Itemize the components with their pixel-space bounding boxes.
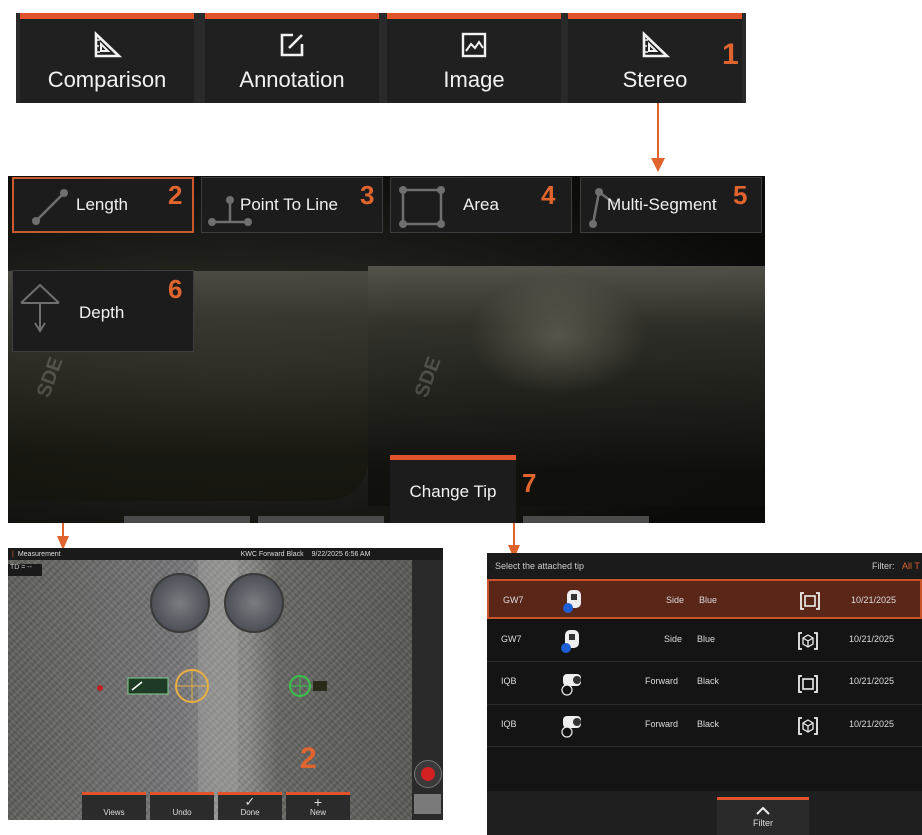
check-icon: ✓ (244, 794, 256, 809)
callout-number: 7 (522, 468, 537, 498)
tip-selector-title: Select the attached tip (495, 561, 585, 571)
tip-date: 10/21/2025 (849, 676, 895, 686)
tip-direction: Forward (645, 719, 679, 729)
chevron-up-icon (756, 807, 770, 815)
live-measurement-view: | Measurement KWC Forward Black 9/22/202… (8, 548, 443, 820)
tip-name: GW7 (503, 595, 524, 605)
views-label: Views (103, 808, 125, 817)
tip-date: 10/21/2025 (851, 595, 897, 605)
measurement-overlay (97, 669, 327, 703)
tip-selector-header: Select the attached tip Filter: All T (487, 553, 922, 579)
forward-tip-icon (561, 716, 581, 738)
multi-segment-label: Multi-Segment (607, 195, 717, 214)
menu-strip (258, 516, 384, 523)
tip-row[interactable]: IQB Forward Black 10/21/2025 (487, 705, 922, 747)
length-button[interactable]: Length (12, 177, 194, 233)
tip-name: IQB (501, 719, 517, 729)
callout-number: 2 (168, 180, 183, 210)
tip-direction: Side (664, 634, 683, 644)
change-tip-label: Change Tip (409, 481, 497, 501)
cube-3d-icon (798, 717, 818, 735)
point-to-line-button[interactable]: Point To Line (201, 177, 383, 233)
tip-direction: Forward (645, 676, 679, 686)
callout-number: 5 (733, 180, 748, 210)
right-control-bar (412, 560, 443, 820)
undo-button[interactable]: Undo (150, 792, 214, 820)
tip-date: 10/21/2025 (849, 634, 895, 644)
filter-value: All T (902, 561, 920, 571)
tip-color: Blue (699, 595, 718, 605)
tip-row[interactable]: GW7 Side Blue 10/21/2025 (487, 620, 922, 662)
forward-tip-icon (561, 674, 581, 696)
filter-button[interactable]: Filter (717, 797, 809, 835)
done-label: Done (240, 808, 260, 817)
tip-direction: Side (666, 595, 685, 605)
callout-number: 4 (541, 180, 556, 210)
tip-row[interactable]: IQB Forward Black 10/21/2025 (487, 662, 922, 705)
cube-3d-icon (798, 632, 818, 650)
callout-number: 6 (168, 274, 183, 304)
menu-strip (124, 516, 250, 523)
change-tip-button[interactable]: Change Tip (390, 455, 516, 523)
filter-label: Filter: (872, 561, 895, 571)
filter-button-label: Filter (753, 818, 773, 828)
tip-name: GW7 (501, 634, 522, 644)
bracket-square-icon (798, 675, 818, 693)
tip-color: Black (697, 719, 720, 729)
area-square-icon (399, 186, 445, 228)
new-label: New (309, 808, 326, 817)
side-tip-icon (561, 630, 579, 653)
callout-number: 2 (300, 742, 317, 775)
plus-icon: + (313, 794, 323, 810)
tip-name: IQB (501, 676, 517, 686)
views-button[interactable]: Views (82, 792, 146, 820)
tip-color: Black (697, 676, 720, 686)
depth-icon (20, 283, 60, 333)
area-label: Area (463, 195, 499, 214)
callout-number: 3 (360, 180, 375, 210)
bracket-square-icon (800, 592, 820, 610)
new-button[interactable]: + New (286, 792, 350, 820)
side-tip-icon (563, 590, 581, 613)
undo-label: Undo (172, 808, 192, 817)
menu-strip (523, 516, 649, 523)
length-label: Length (76, 195, 128, 214)
depth-label: Depth (79, 303, 125, 322)
tip-date: 10/21/2025 (849, 719, 895, 729)
depth-button[interactable]: Depth (12, 270, 194, 352)
side-button[interactable] (414, 794, 441, 814)
tip-selector-panel: Select the attached tip Filter: All T GW… (487, 553, 922, 835)
tip-selector-footer (487, 791, 922, 835)
done-button[interactable]: ✓ Done (218, 792, 282, 820)
tip-color: Blue (697, 634, 716, 644)
point-to-line-label: Point To Line (240, 195, 338, 214)
scene-highlight (468, 276, 648, 396)
tip-row[interactable]: GW7 Side Blue 10/21/2025 (487, 579, 922, 619)
record-button[interactable] (414, 760, 442, 788)
